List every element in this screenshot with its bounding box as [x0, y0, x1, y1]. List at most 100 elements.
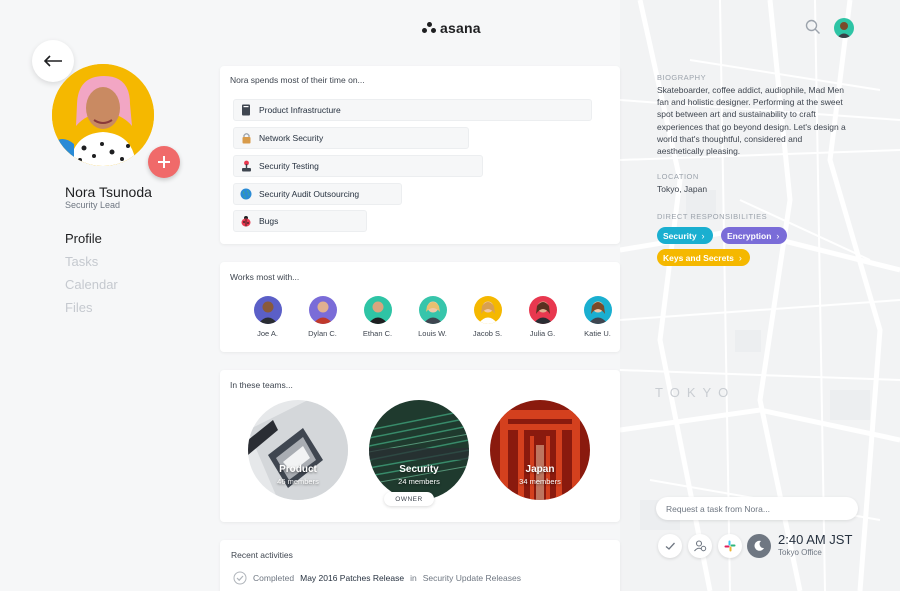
team-name: Security: [399, 464, 439, 475]
person-add-icon: [694, 540, 707, 552]
team-name: Japan: [525, 464, 555, 475]
globe-icon: [240, 188, 252, 200]
chip-label: Keys and Secrets: [663, 252, 734, 263]
moon-icon: [747, 534, 771, 558]
project-label: Product Infrastructure: [259, 105, 341, 115]
nav-item-profile[interactable]: Profile: [65, 231, 118, 254]
works-with-card: Works most with... Joe A. Dylan C. Ethan…: [220, 262, 620, 352]
person-name: Katie U.: [584, 329, 611, 338]
teams-title: In these teams...: [230, 380, 293, 390]
chevron-right-icon: ›: [738, 252, 742, 263]
chip-security[interactable]: Security ›: [657, 227, 713, 244]
project-item[interactable]: Security Testing: [233, 155, 483, 177]
person-item[interactable]: Katie U.: [570, 296, 625, 338]
team-japan[interactable]: Japan 34 members: [490, 400, 590, 500]
avatar: [583, 296, 612, 324]
map-city-label: TOKYO: [655, 385, 736, 400]
complete-task-button[interactable]: [658, 534, 682, 558]
team-members: 24 members: [398, 477, 440, 486]
search-icon[interactable]: [805, 19, 821, 35]
person-item[interactable]: Ethan C.: [350, 296, 405, 338]
ladybug-icon: [240, 215, 252, 227]
back-button[interactable]: [32, 40, 74, 82]
activity-task-link[interactable]: May 2016 Patches Release: [300, 573, 404, 583]
biography-label: BIOGRAPHY: [657, 73, 707, 82]
profile-photo: [52, 64, 154, 166]
person-name: Joe A.: [257, 329, 278, 338]
team-name: Product: [279, 464, 317, 475]
profile-name: Nora Tsunoda: [65, 184, 152, 200]
slack-icon: [724, 540, 736, 552]
avatar: [363, 296, 392, 324]
person-name: Jacob S.: [472, 329, 503, 338]
slack-button[interactable]: [718, 534, 742, 558]
person-item[interactable]: Dylan C.: [295, 296, 350, 338]
biography-text: Skateboarder, coffee addict, audiophile,…: [657, 85, 846, 157]
book-icon: [240, 104, 252, 116]
logo-text: asana: [440, 20, 481, 36]
chip-encryption[interactable]: Encryption ›: [721, 227, 788, 244]
project-item[interactable]: Product Infrastructure: [233, 99, 592, 121]
person-item[interactable]: Louis W.: [405, 296, 460, 338]
project-item[interactable]: Bugs: [233, 210, 367, 232]
person-item[interactable]: Joe A.: [240, 296, 295, 338]
location-text: Tokyo, Japan: [657, 184, 708, 194]
time-on-title: Nora spends most of their time on...: [230, 75, 365, 85]
nav-item-calendar[interactable]: Calendar: [65, 277, 118, 300]
avatar: [528, 296, 557, 324]
chip-label: Encryption: [727, 230, 772, 241]
avatar: [253, 296, 282, 324]
logo-dots-icon: [422, 22, 436, 34]
nav-item-tasks[interactable]: Tasks: [65, 254, 118, 277]
activity-item: Completed May 2016 Patches Release in Se…: [233, 571, 521, 585]
owner-badge: OWNER: [384, 492, 434, 506]
location-label: LOCATION: [657, 172, 699, 181]
check-circle-icon[interactable]: [233, 571, 247, 585]
activity-project-link[interactable]: Security Update Releases: [423, 573, 521, 583]
works-with-title: Works most with...: [230, 272, 300, 282]
profile-nav: Profile Tasks Calendar Files: [65, 231, 118, 323]
team-product[interactable]: Product 46 members: [248, 400, 348, 500]
local-time: 2:40 AM JST: [778, 532, 853, 547]
avatar: [473, 296, 502, 324]
person-name: Julia G.: [529, 329, 556, 338]
add-button[interactable]: [148, 146, 180, 178]
person-item[interactable]: Julia G.: [515, 296, 570, 338]
avatar: [418, 296, 447, 324]
invite-button[interactable]: [688, 534, 712, 558]
chevron-right-icon: ›: [701, 230, 705, 241]
joystick-icon: [240, 160, 252, 172]
current-user-avatar[interactable]: [834, 18, 854, 38]
check-icon: [665, 542, 675, 550]
recent-activities-card: Recent activities Completed May 2016 Pat…: [220, 540, 620, 591]
chip-label: Security: [663, 230, 697, 241]
arrow-left-icon: [43, 55, 62, 67]
chevron-right-icon: ›: [776, 230, 780, 241]
nav-item-files[interactable]: Files: [65, 300, 118, 323]
project-label: Security Testing: [259, 161, 319, 171]
lock-icon: [240, 132, 252, 144]
person-name: Ethan C.: [362, 329, 393, 338]
team-members: 46 members: [277, 477, 319, 486]
responsibilities-label: DIRECT RESPONSIBILITIES: [657, 212, 768, 221]
project-item[interactable]: Security Audit Outsourcing: [233, 183, 402, 205]
team-security[interactable]: Security 24 members: [369, 400, 469, 500]
team-members: 34 members: [519, 477, 561, 486]
person-name: Dylan C.: [308, 329, 337, 338]
people-list: Joe A. Dylan C. Ethan C. Louis W. Jacob …: [240, 296, 625, 338]
plus-icon: [158, 156, 170, 168]
request-task-input[interactable]: [656, 497, 858, 520]
profile-role: Security Lead: [65, 200, 121, 210]
person-name: Louis W.: [418, 329, 447, 338]
asana-logo[interactable]: asana: [422, 20, 481, 36]
person-item[interactable]: Jacob S.: [460, 296, 515, 338]
time-on-card: Nora spends most of their time on... Pro…: [220, 66, 620, 244]
project-label: Security Audit Outsourcing: [259, 189, 360, 199]
activity-connector: in: [410, 573, 417, 583]
office-label: Tokyo Office: [778, 548, 822, 557]
project-item[interactable]: Network Security: [233, 127, 469, 149]
activity-verb: Completed: [253, 573, 295, 583]
avatar: [308, 296, 337, 324]
chip-keys-and-secrets[interactable]: Keys and Secrets ›: [657, 249, 750, 266]
project-label: Network Security: [259, 133, 324, 143]
